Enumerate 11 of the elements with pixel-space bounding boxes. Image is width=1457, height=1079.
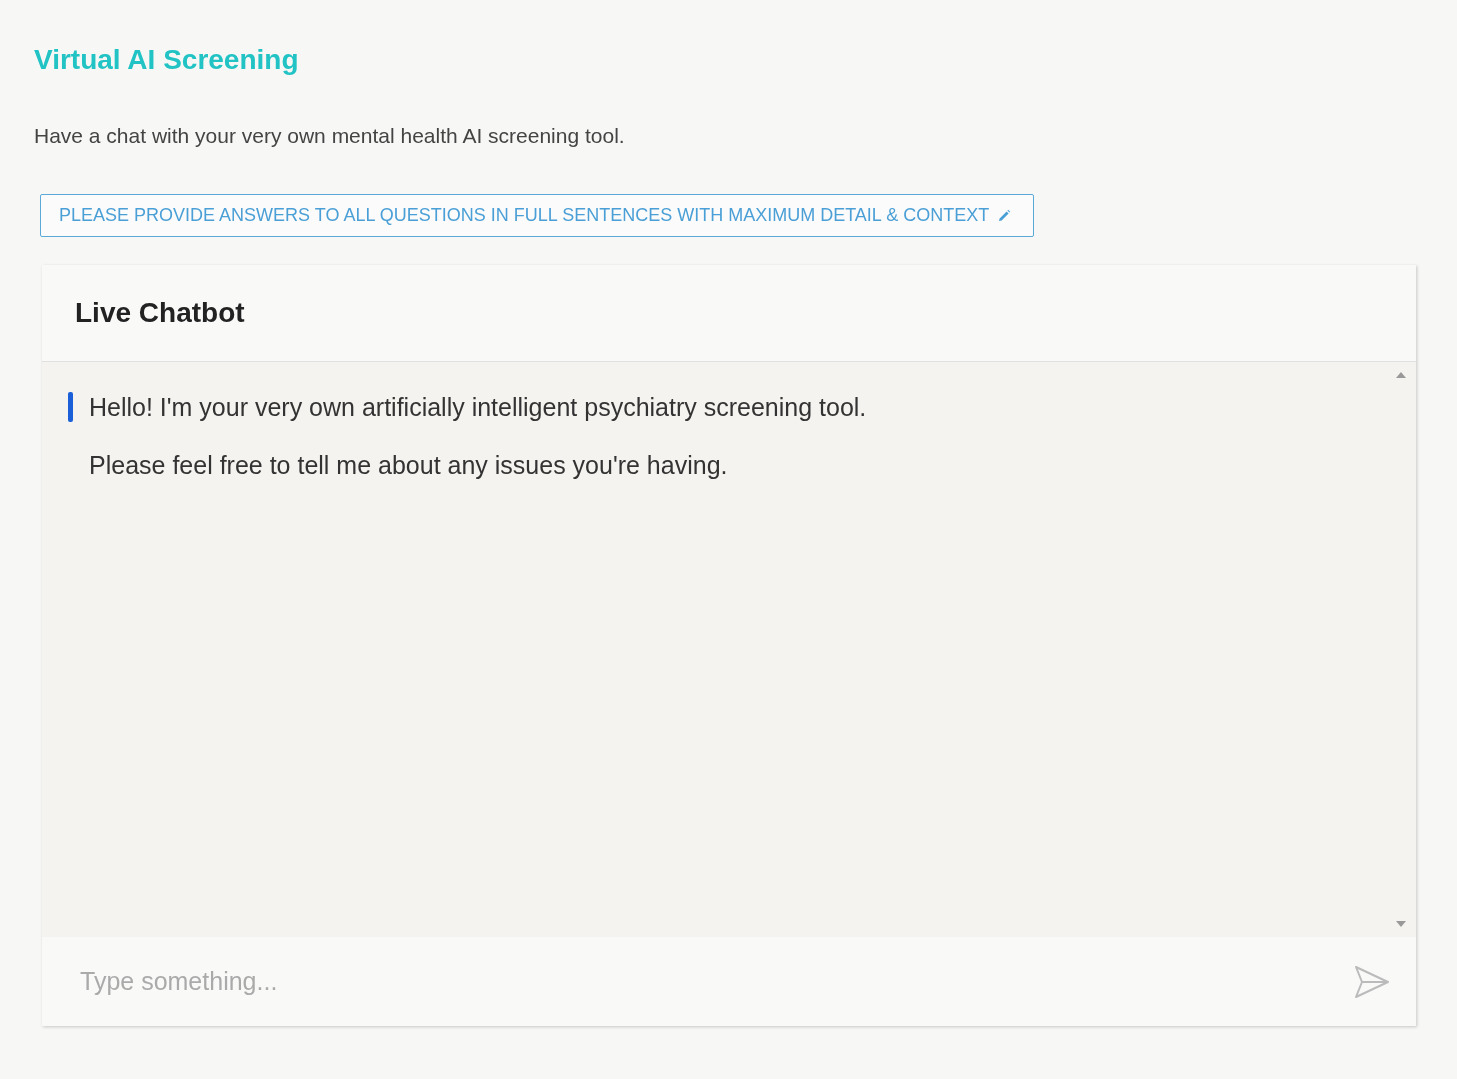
message-input[interactable]: Type something... [78,966,1334,997]
page-title: Virtual AI Screening [34,44,300,76]
pencil-icon [997,208,1012,223]
scroll-up-icon[interactable] [1396,372,1406,378]
instruction-button[interactable]: PLEASE PROVIDE ANSWERS TO ALL QUESTIONS IN FULL SENTENCES WITH MAXIMUM DETAIL & CONTEXT [40,194,1035,237]
scroll-down-icon[interactable] [1396,921,1406,927]
chat-message: Hello! I'm your very own artificially intelligent psychiatry screening tool. [89,392,867,422]
page-subtitle: Have a chat with your very own mental health AI screening tool. [34,124,626,148]
chat-title: Live Chatbot [75,297,245,329]
send-icon[interactable] [1354,964,1390,999]
chat-message: Please feel free to tell me about any issues you're having. [89,450,728,480]
